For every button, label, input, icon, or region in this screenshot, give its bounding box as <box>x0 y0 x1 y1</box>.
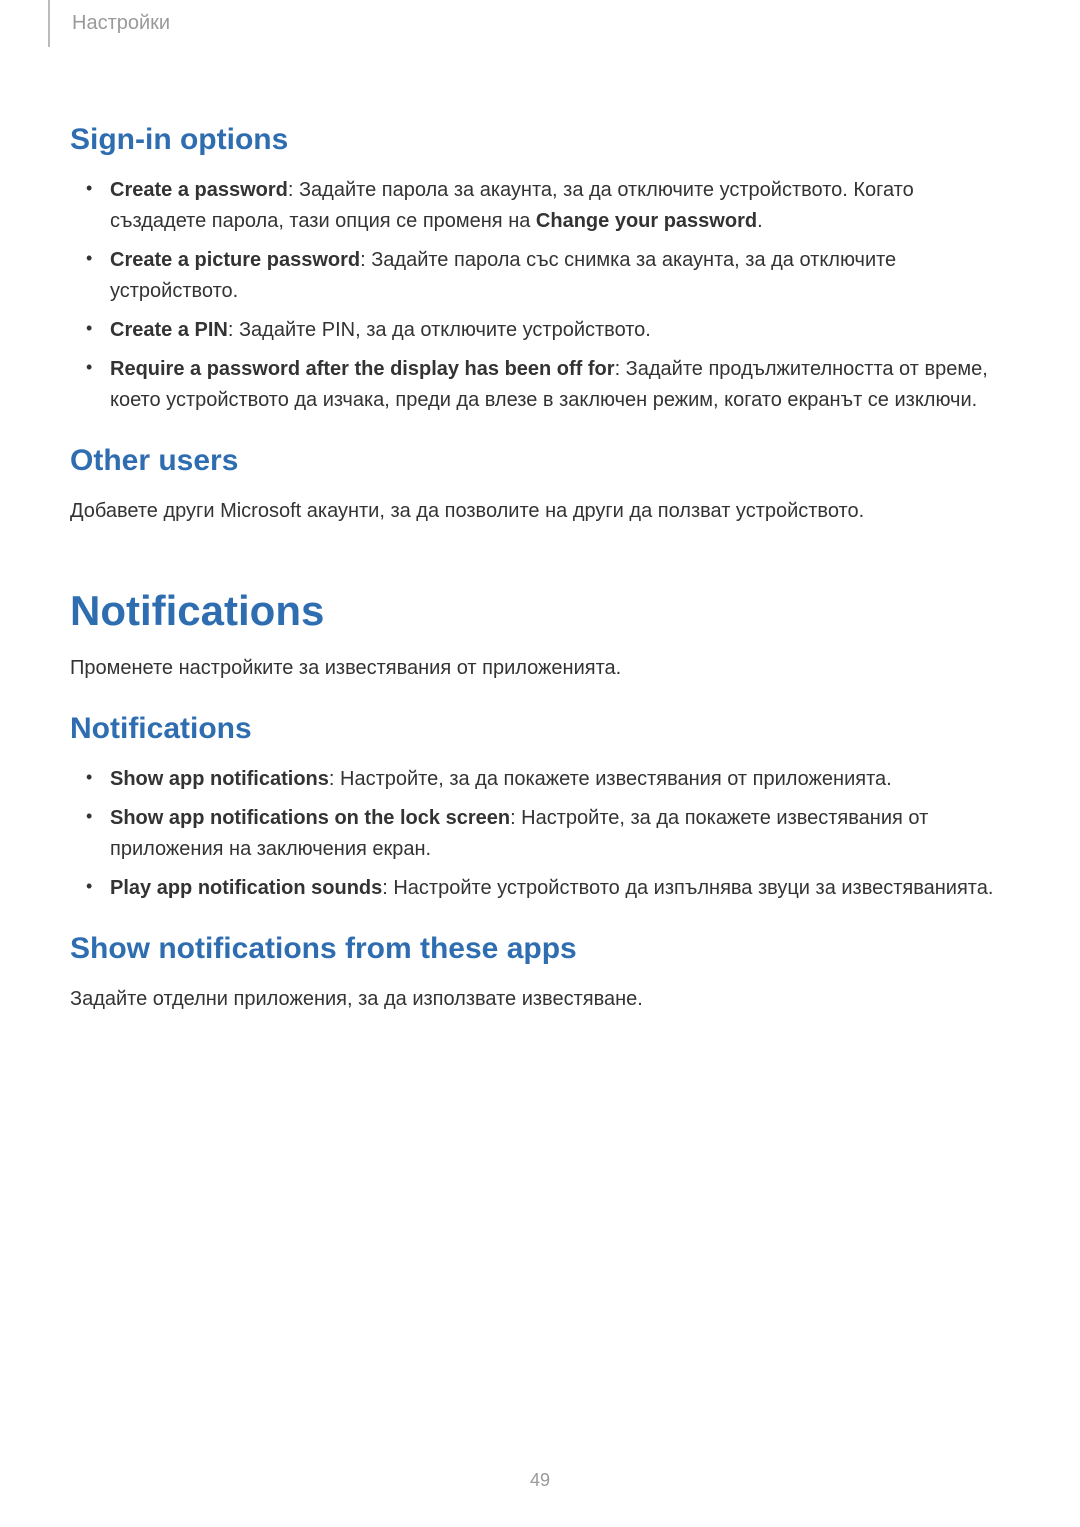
item-bold: Play app notification sounds <box>110 877 382 899</box>
breadcrumb-text: Настройки <box>72 12 170 34</box>
item-bold: Show app notifications <box>110 768 329 790</box>
list-item: Create a PIN: Задайте PIN, за да отключи… <box>110 315 1010 346</box>
item-bold: Show app notifications on the lock scree… <box>110 807 510 829</box>
item-text: : Задайте PIN, за да отключите устройств… <box>228 319 651 341</box>
heading-other-users: Other users <box>70 444 1010 478</box>
page-content: Sign-in options Create a password: Задай… <box>70 35 1010 1015</box>
heading-notifications-main: Notifications <box>70 587 1010 635</box>
page-number: 49 <box>0 1470 1080 1491</box>
document-page: Настройки Sign-in options Create a passw… <box>0 0 1080 1527</box>
list-item: Create a picture password: Задайте парол… <box>110 245 1010 307</box>
list-item: Create a password: Задайте парола за ака… <box>110 175 1010 237</box>
item-bold: Create a picture password <box>110 249 360 271</box>
item-bold-2: Change your password <box>536 210 757 232</box>
list-item: Play app notification sounds: Настройте … <box>110 873 1010 904</box>
heading-show-from-apps: Show notifications from these apps <box>70 932 1010 966</box>
notifications-main-text: Променете настройките за известявания от… <box>70 653 1010 684</box>
item-tail: . <box>757 210 763 232</box>
item-bold: Create a PIN <box>110 319 228 341</box>
heading-notifications-sub: Notifications <box>70 712 1010 746</box>
item-text: : Настройте устройството да изпълнява зв… <box>382 877 993 899</box>
breadcrumb: Настройки <box>48 0 170 47</box>
list-item: Show app notifications on the lock scree… <box>110 803 1010 865</box>
item-bold: Require a password after the display has… <box>110 358 615 380</box>
list-item: Show app notifications: Настройте, за да… <box>110 764 1010 795</box>
show-from-apps-text: Задайте отделни приложения, за да използ… <box>70 984 1010 1015</box>
item-text: : Настройте, за да покажете известявания… <box>329 768 892 790</box>
list-item: Require a password after the display has… <box>110 354 1010 416</box>
other-users-text: Добавете други Microsoft акаунти, за да … <box>70 496 1010 527</box>
notifications-list: Show app notifications: Настройте, за да… <box>70 764 1010 904</box>
sign-in-options-list: Create a password: Задайте парола за ака… <box>70 175 1010 416</box>
heading-sign-in-options: Sign-in options <box>70 123 1010 157</box>
item-bold: Create a password <box>110 179 288 201</box>
